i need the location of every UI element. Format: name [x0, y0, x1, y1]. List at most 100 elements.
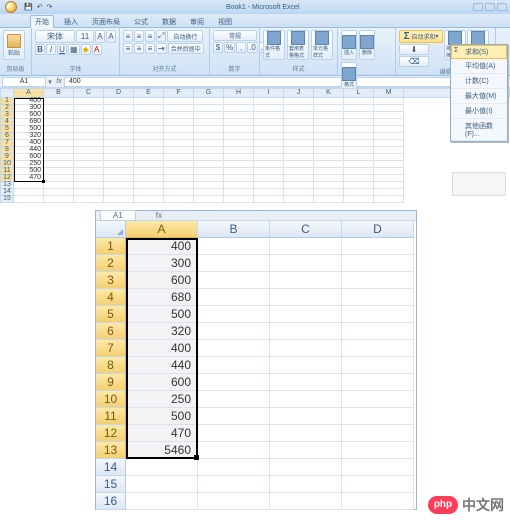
closeup-fx-icon[interactable]: fx [156, 211, 162, 220]
cell[interactable] [198, 289, 270, 306]
cell[interactable] [134, 112, 164, 119]
cell[interactable] [134, 140, 164, 147]
cell[interactable] [104, 147, 134, 154]
orientation-button[interactable]: ⤢ [156, 30, 166, 42]
cell[interactable] [134, 133, 164, 140]
qat-save-icon[interactable]: 💾 [24, 3, 33, 11]
row-header[interactable]: 9 [96, 374, 126, 391]
closeup-select-all-corner[interactable] [96, 221, 126, 238]
cell[interactable] [270, 238, 342, 255]
merge-button[interactable]: 合并后居中 [168, 43, 204, 54]
cell[interactable] [254, 133, 284, 140]
cell[interactable]: 300 [126, 255, 198, 272]
tab-insert[interactable]: 插入 [60, 16, 82, 27]
cell[interactable] [126, 476, 198, 493]
fill-button[interactable]: ⬇ [399, 44, 429, 55]
cell[interactable] [344, 112, 374, 119]
cell[interactable] [104, 133, 134, 140]
cell[interactable] [374, 168, 404, 175]
row-header[interactable]: 12 [96, 425, 126, 442]
cell[interactable] [342, 408, 414, 425]
align-middle-button[interactable]: ≡ [134, 30, 144, 42]
cell[interactable] [44, 126, 74, 133]
cell[interactable] [44, 147, 74, 154]
cell[interactable] [14, 196, 44, 203]
cell[interactable] [164, 112, 194, 119]
cell[interactable] [374, 175, 404, 182]
cell[interactable] [344, 175, 374, 182]
cell[interactable] [342, 323, 414, 340]
cell[interactable] [254, 98, 284, 105]
cell[interactable] [104, 154, 134, 161]
cell[interactable] [270, 374, 342, 391]
column-header[interactable]: C [270, 221, 342, 238]
cell[interactable] [374, 196, 404, 203]
percent-button[interactable]: % [224, 42, 235, 53]
font-color-button[interactable]: A [92, 44, 102, 55]
menu-min[interactable]: 最小值(I) [451, 104, 507, 119]
cell[interactable] [44, 182, 74, 189]
column-header[interactable]: G [194, 88, 224, 98]
cell[interactable]: 680 [126, 289, 198, 306]
cell[interactable] [194, 154, 224, 161]
menu-average[interactable]: 平均值(A) [451, 59, 507, 74]
cell[interactable] [342, 442, 414, 459]
row-header[interactable]: 15 [0, 196, 14, 203]
cell[interactable] [44, 168, 74, 175]
cell[interactable] [344, 182, 374, 189]
cell[interactable] [314, 98, 344, 105]
comma-button[interactable]: , [236, 42, 246, 53]
column-header[interactable]: B [44, 88, 74, 98]
cell[interactable] [104, 182, 134, 189]
office-button[interactable] [0, 0, 22, 14]
cell[interactable] [194, 161, 224, 168]
cell[interactable] [254, 182, 284, 189]
cell[interactable] [134, 105, 164, 112]
cell[interactable] [74, 182, 104, 189]
cell[interactable] [104, 161, 134, 168]
cell[interactable] [198, 238, 270, 255]
cell[interactable] [194, 105, 224, 112]
cell[interactable] [342, 391, 414, 408]
cell[interactable] [284, 112, 314, 119]
cell[interactable] [224, 161, 254, 168]
cell[interactable] [134, 147, 164, 154]
cell[interactable] [74, 154, 104, 161]
cell[interactable] [224, 140, 254, 147]
cell[interactable] [270, 323, 342, 340]
formula-input[interactable]: 400 [64, 77, 508, 87]
row-header[interactable]: 10 [96, 391, 126, 408]
cell[interactable] [224, 105, 254, 112]
cell[interactable] [254, 196, 284, 203]
font-name-select[interactable]: 宋体 [35, 30, 75, 43]
cell[interactable] [284, 133, 314, 140]
cell[interactable] [164, 168, 194, 175]
cell[interactable] [224, 98, 254, 105]
cell[interactable] [224, 126, 254, 133]
menu-more-functions[interactable]: 其他函数(F)... [451, 119, 507, 141]
tab-view[interactable]: 视图 [214, 16, 236, 27]
row-header[interactable]: 5 [96, 306, 126, 323]
cell[interactable] [344, 119, 374, 126]
cell[interactable] [194, 126, 224, 133]
cell[interactable] [194, 168, 224, 175]
cell[interactable] [344, 189, 374, 196]
cell[interactable] [254, 105, 284, 112]
cell[interactable] [14, 189, 44, 196]
cell[interactable] [198, 340, 270, 357]
cell[interactable] [314, 175, 344, 182]
cell[interactable]: 470 [126, 425, 198, 442]
menu-sum[interactable]: Σ求和(S) [451, 45, 507, 59]
cell[interactable] [164, 161, 194, 168]
fill-color-button[interactable]: ◆ [81, 44, 91, 55]
clear-button[interactable]: ⌫ [399, 56, 429, 67]
cell[interactable] [314, 161, 344, 168]
increase-decimal-button[interactable]: .0 [247, 42, 258, 53]
column-header[interactable]: I [254, 88, 284, 98]
cell[interactable] [134, 189, 164, 196]
cell[interactable] [104, 168, 134, 175]
cell[interactable] [342, 476, 414, 493]
tab-review[interactable]: 审阅 [186, 16, 208, 27]
cell[interactable]: 500 [126, 408, 198, 425]
cell[interactable] [314, 168, 344, 175]
